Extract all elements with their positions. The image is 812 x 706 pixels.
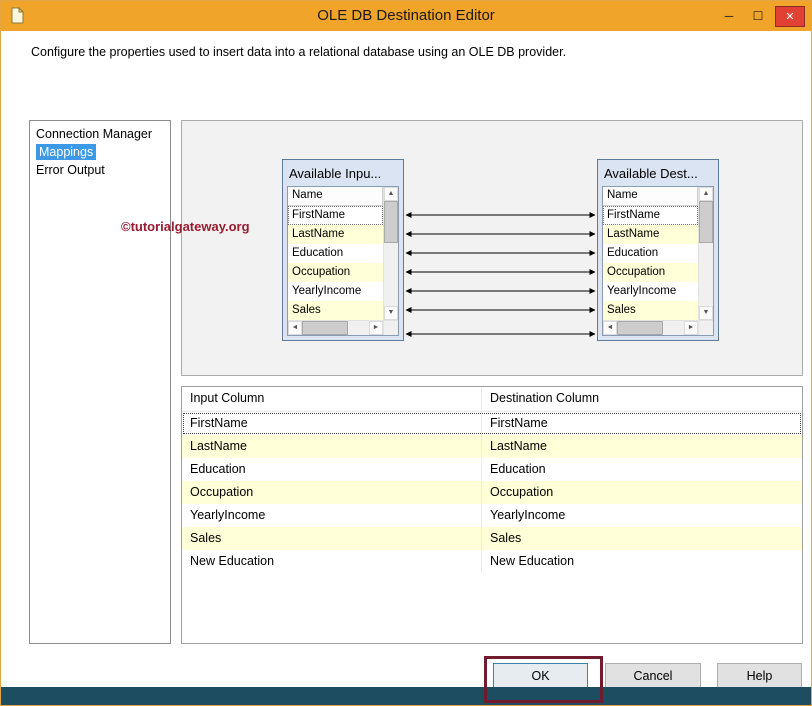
sidebar-item-connection-manager[interactable]: Connection Manager xyxy=(30,125,170,143)
scrollbar-thumb[interactable] xyxy=(384,201,398,243)
horizontal-scrollbar[interactable]: ◄ ► xyxy=(288,320,383,335)
scroll-up-icon[interactable]: ▲ xyxy=(699,187,713,201)
scrollbar-corner xyxy=(698,320,713,335)
list-item[interactable]: LastName xyxy=(603,225,698,244)
destination-column-cell[interactable]: YearlyIncome xyxy=(482,504,802,527)
list-item[interactable]: Sales xyxy=(603,301,698,320)
table-row[interactable]: Occupation Occupation xyxy=(182,481,802,504)
destination-column-cell[interactable]: Sales xyxy=(482,527,802,550)
watermark: ©tutorialgateway.org xyxy=(121,219,250,234)
scroll-right-icon[interactable]: ► xyxy=(684,321,698,335)
available-destination-columns-box: Available Dest... Name FirstName LastNam… xyxy=(597,159,719,341)
scroll-down-icon[interactable]: ▼ xyxy=(384,306,398,320)
ok-button[interactable]: OK xyxy=(493,663,588,689)
available-input-columns-box: Available Inpu... Name FirstName LastNam… xyxy=(282,159,404,341)
mapping-connector-lines[interactable] xyxy=(404,121,597,377)
input-column-cell[interactable]: YearlyIncome xyxy=(182,504,482,527)
list-item[interactable]: YearlyIncome xyxy=(288,282,383,301)
listbox-title: Available Inpu... xyxy=(287,164,399,186)
list-column-header: Name xyxy=(288,187,383,206)
table-row[interactable]: Education Education xyxy=(182,458,802,481)
input-column-cell[interactable]: LastName xyxy=(182,435,482,458)
list-item[interactable]: FirstName xyxy=(603,206,698,225)
listbox-title: Available Dest... xyxy=(602,164,714,186)
scrollbar-thumb[interactable] xyxy=(302,321,348,335)
destination-column-cell[interactable]: Occupation xyxy=(482,481,802,504)
scrollbar-corner xyxy=(383,320,398,335)
sidebar-item-label: Mappings xyxy=(36,144,96,160)
scrollbar-thumb[interactable] xyxy=(617,321,663,335)
mappings-canvas: Available Inpu... Name FirstName LastNam… xyxy=(181,120,803,376)
mapping-table: Input Column Destination Column FirstNam… xyxy=(181,386,803,644)
destination-columns-list: Name FirstName LastName Education Occupa… xyxy=(602,186,714,336)
dialog-description: Configure the properties used to insert … xyxy=(31,45,566,59)
scroll-right-icon[interactable]: ► xyxy=(369,321,383,335)
list-item[interactable]: Education xyxy=(288,244,383,263)
list-item[interactable]: YearlyIncome xyxy=(603,282,698,301)
sidebar-item-label: Connection Manager xyxy=(36,127,152,141)
destination-column-cell[interactable]: FirstName xyxy=(482,412,802,435)
table-row[interactable]: New Education New Education xyxy=(182,550,802,573)
table-row[interactable]: LastName LastName xyxy=(182,435,802,458)
minimize-icon[interactable]: ─ xyxy=(717,6,741,27)
cancel-button[interactable]: Cancel xyxy=(605,663,701,689)
vertical-scrollbar[interactable]: ▲ ▼ xyxy=(383,187,398,320)
vertical-scrollbar[interactable]: ▲ ▼ xyxy=(698,187,713,320)
scrollbar-thumb[interactable] xyxy=(699,201,713,243)
ole-db-destination-editor-dialog: OLE DB Destination Editor ─ ☐ ✕ Configur… xyxy=(0,0,812,706)
destination-column-cell[interactable]: LastName xyxy=(482,435,802,458)
scroll-left-icon[interactable]: ◄ xyxy=(603,321,617,335)
input-columns-list: Name FirstName LastName Education Occupa… xyxy=(287,186,399,336)
close-icon[interactable]: ✕ xyxy=(775,6,805,27)
window-controls: ─ ☐ ✕ xyxy=(717,5,805,27)
horizontal-scrollbar[interactable]: ◄ ► xyxy=(603,320,698,335)
list-item[interactable]: Occupation xyxy=(603,263,698,282)
title-bar[interactable]: OLE DB Destination Editor ─ ☐ ✕ xyxy=(1,1,811,31)
list-item[interactable]: FirstName xyxy=(288,206,383,225)
table-row[interactable]: Sales Sales xyxy=(182,527,802,550)
sidebar-item-mappings[interactable]: Mappings xyxy=(30,143,170,161)
input-column-cell[interactable]: Education xyxy=(182,458,482,481)
table-row[interactable]: FirstName FirstName xyxy=(182,412,802,435)
page-navigation-list: Connection Manager Mappings Error Output xyxy=(29,120,171,644)
help-button[interactable]: Help xyxy=(717,663,802,689)
input-column-cell[interactable]: FirstName xyxy=(182,412,482,435)
destination-column-header: Destination Column xyxy=(482,387,802,411)
table-row[interactable]: YearlyIncome YearlyIncome xyxy=(182,504,802,527)
scroll-up-icon[interactable]: ▲ xyxy=(384,187,398,201)
destination-column-cell[interactable]: New Education xyxy=(482,550,802,573)
list-content: Name FirstName LastName Education Occupa… xyxy=(288,187,383,320)
input-column-cell[interactable]: Sales xyxy=(182,527,482,550)
list-item[interactable]: Education xyxy=(603,244,698,263)
list-content: Name FirstName LastName Education Occupa… xyxy=(603,187,698,320)
destination-column-cell[interactable]: Education xyxy=(482,458,802,481)
table-header-row: Input Column Destination Column xyxy=(182,387,802,412)
footer-strip xyxy=(1,687,811,705)
list-item[interactable]: Sales xyxy=(288,301,383,320)
list-column-header: Name xyxy=(603,187,698,206)
list-item[interactable]: LastName xyxy=(288,225,383,244)
list-item[interactable]: Occupation xyxy=(288,263,383,282)
input-column-cell[interactable]: Occupation xyxy=(182,481,482,504)
scroll-left-icon[interactable]: ◄ xyxy=(288,321,302,335)
input-column-header: Input Column xyxy=(182,387,482,411)
window-title: OLE DB Destination Editor xyxy=(1,1,811,31)
sidebar-item-error-output[interactable]: Error Output xyxy=(30,161,170,179)
scroll-down-icon[interactable]: ▼ xyxy=(699,306,713,320)
maximize-icon[interactable]: ☐ xyxy=(746,6,770,27)
sidebar-item-label: Error Output xyxy=(36,163,105,177)
input-column-cell[interactable]: New Education xyxy=(182,550,482,573)
